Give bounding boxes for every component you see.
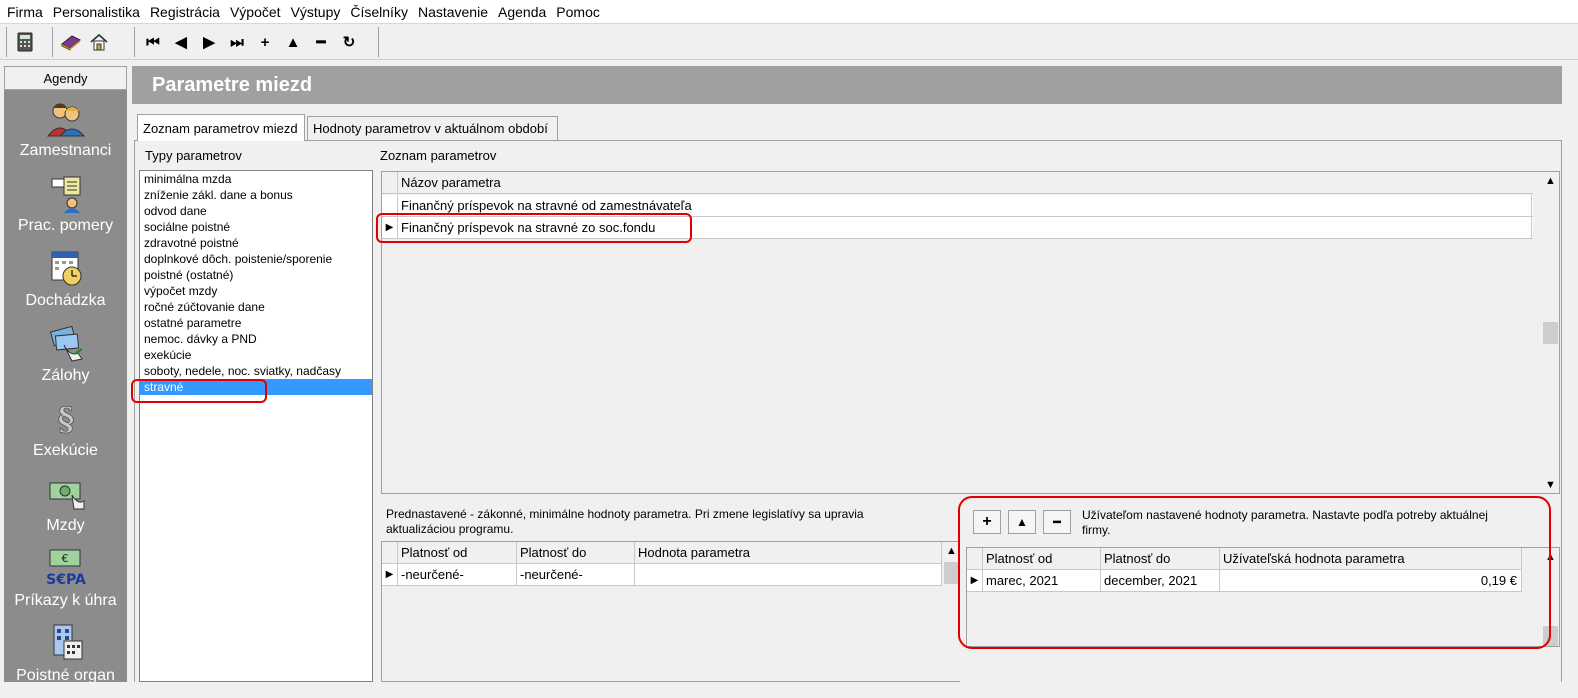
column-header[interactable]: Platnosť do <box>517 542 635 563</box>
type-item[interactable]: výpočet mzdy <box>140 283 372 299</box>
menu-pomoc[interactable]: Pomoc <box>551 4 605 20</box>
home-icon[interactable] <box>85 28 113 56</box>
column-header[interactable]: Názov parametra <box>398 172 1532 193</box>
default-value <box>635 564 942 585</box>
type-item[interactable]: ostatné parametre <box>140 315 372 331</box>
sidebar-item-prikazy[interactable]: € S€PA Príkazy k úhra <box>4 548 127 623</box>
employees-icon <box>46 103 85 137</box>
next-record-icon[interactable]: ▶ <box>195 28 223 56</box>
menu-registracia[interactable]: Registrácia <box>145 4 225 20</box>
calculator-icon[interactable] <box>11 28 39 56</box>
scroll-thumb[interactable] <box>944 562 959 584</box>
sidebar-label: Mzdy <box>46 517 85 534</box>
svg-text:§: § <box>57 400 74 438</box>
toolbar-separator <box>378 27 383 57</box>
sidebar-item-dochadzka[interactable]: Dochádzka <box>4 248 127 323</box>
scroll-thumb[interactable] <box>1543 322 1558 344</box>
sidebar: Agendy Zamestnanci Prac. pomery Dochádzk… <box>4 66 127 684</box>
sidebar-label: Exekúcie <box>33 442 98 459</box>
type-item[interactable]: soboty, nedele, noc. sviatky, nadčasy <box>140 363 372 379</box>
column-header[interactable]: Platnosť od <box>398 542 517 563</box>
toolbar-group-app <box>6 27 39 57</box>
sidebar-item-zalohy[interactable]: Zálohy <box>4 323 127 398</box>
defaults-grid-header: Platnosť od Platnosť do Hodnota parametr… <box>382 542 942 564</box>
sidebar-label: Poistné organ <box>16 667 115 684</box>
menu-ciselniky[interactable]: Číselníky <box>345 4 413 20</box>
column-header[interactable]: Hodnota parametra <box>635 542 942 563</box>
menu-agenda[interactable]: Agenda <box>493 4 551 20</box>
svg-text:S€PA: S€PA <box>46 572 86 588</box>
type-item[interactable]: poistné (ostatné) <box>140 267 372 283</box>
highlight-box-param <box>376 213 692 243</box>
salary-icon <box>49 482 84 510</box>
type-item[interactable]: odvod dane <box>140 203 372 219</box>
sidebar-item-zamestnanci[interactable]: Zamestnanci <box>4 98 127 173</box>
type-item[interactable]: exekúcie <box>140 347 372 363</box>
highlight-box-type <box>131 379 267 403</box>
menu-vystupy[interactable]: Výstupy <box>286 4 346 20</box>
toolbar-group-records: ⏮ ◀ ▶ ⏭ + ▲ ━ ↻ <box>134 27 363 57</box>
types-caption: Typy parametrov <box>145 148 242 163</box>
type-item[interactable]: nemoc. dávky a PND <box>140 331 372 347</box>
tab-zoznam-parametrov[interactable]: Zoznam parametrov miezd <box>137 114 305 141</box>
attendance-icon <box>51 251 81 286</box>
params-grid-header: Názov parametra <box>382 172 1533 194</box>
types-list[interactable]: minimálna mzda zníženie zákl. dane a bon… <box>139 170 373 682</box>
previous-record-icon[interactable]: ◀ <box>167 28 195 56</box>
page-title: Parametre miezd <box>132 66 1562 104</box>
type-item[interactable]: zdravotné poistné <box>140 235 372 251</box>
defaults-row[interactable]: ▶ -neurčené- -neurčené- <box>382 564 942 586</box>
advances-icon <box>49 325 83 362</box>
contracts-icon <box>51 176 80 213</box>
defaults-description: Prednastavené - zákonné, minimálne hodno… <box>386 507 864 536</box>
type-item[interactable]: doplnkové dôch. poistenie/sporenie <box>140 251 372 267</box>
defaults-grid[interactable]: Platnosť od Platnosť do Hodnota parametr… <box>381 541 960 682</box>
last-record-icon[interactable]: ⏭ <box>223 28 251 56</box>
row-header-corner <box>382 542 398 563</box>
type-item[interactable]: zníženie zákl. dane a bonus <box>140 187 372 203</box>
paragraph-icon: § <box>57 400 75 438</box>
refresh-icon[interactable]: ↻ <box>335 28 363 56</box>
sidebar-label: Zálohy <box>41 367 90 384</box>
sidebar-label: Prac. pomery <box>17 217 114 234</box>
highlight-box-user-values <box>958 496 1551 649</box>
move-up-icon[interactable]: ▲ <box>279 28 307 56</box>
valid-from: -neurčené- <box>398 564 517 585</box>
toolbar: ⏮ ◀ ▶ ⏭ + ▲ ━ ↻ <box>0 24 1578 60</box>
sidebar-label: Príkazy k úhra <box>14 592 117 609</box>
menu-nastavenie[interactable]: Nastavenie <box>413 4 493 20</box>
params-caption: Zoznam parametrov <box>380 148 497 163</box>
menu-bar: Firma Personalistika Registrácia Výpočet… <box>0 0 1578 24</box>
valid-to: -neurčené- <box>517 564 635 585</box>
menu-vypocet[interactable]: Výpočet <box>225 4 286 20</box>
sidebar-item-mzdy[interactable]: Mzdy <box>4 473 127 548</box>
book-icon[interactable] <box>57 28 85 56</box>
current-row-indicator-icon: ▶ <box>382 564 398 585</box>
params-scrollbar[interactable]: ▲ ▼ <box>1542 172 1559 493</box>
sidebar-header: Agendy <box>4 66 127 90</box>
insurance-icon <box>53 624 82 660</box>
sidebar-item-prac-pomery[interactable]: Prac. pomery <box>4 173 127 248</box>
type-item[interactable]: minimálna mzda <box>140 171 372 187</box>
remove-record-icon[interactable]: ━ <box>307 28 335 56</box>
sidebar-label: Dochádzka <box>25 292 106 309</box>
svg-text:€: € <box>61 552 68 565</box>
sidebar-item-poistne[interactable]: Poistné organ <box>4 623 127 698</box>
add-record-icon[interactable]: + <box>251 28 279 56</box>
type-item[interactable]: sociálne poistné <box>140 219 372 235</box>
sidebar-label: Zamestnanci <box>19 142 112 159</box>
tab-hodnoty-parametrov[interactable]: Hodnoty parametrov v aktuálnom období <box>307 116 558 140</box>
sidebar-item-exekucie[interactable]: § Exekúcie <box>4 398 127 473</box>
toolbar-group-nav <box>52 27 113 57</box>
scroll-down-icon[interactable]: ▼ <box>1542 476 1559 493</box>
scroll-up-icon[interactable]: ▲ <box>1542 172 1559 189</box>
row-header-corner <box>382 172 398 193</box>
menu-personalistika[interactable]: Personalistika <box>48 4 145 20</box>
menu-firma[interactable]: Firma <box>2 4 48 20</box>
first-record-icon[interactable]: ⏮ <box>139 28 167 56</box>
type-item[interactable]: ročné zúčtovanie dane <box>140 299 372 315</box>
sepa-icon: € S€PA <box>46 549 86 588</box>
